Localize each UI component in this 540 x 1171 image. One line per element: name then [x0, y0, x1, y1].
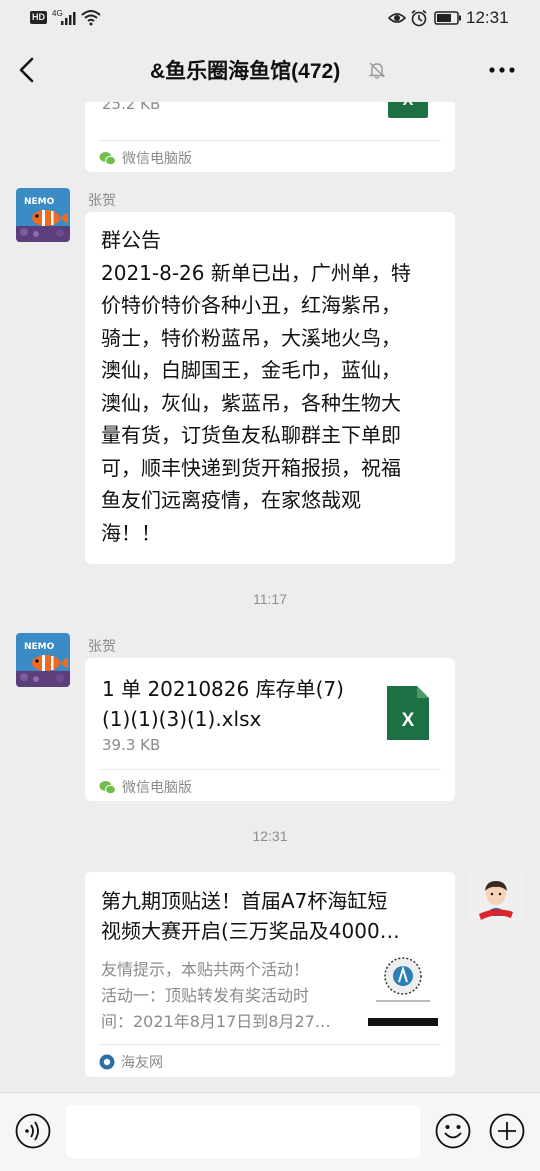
voice-input-icon[interactable]	[15, 1113, 51, 1149]
chat-title-wrap: &鱼乐圈海鱼馆(472)	[150, 55, 340, 85]
excel-letter: X	[401, 710, 415, 731]
wechat-icon	[99, 780, 116, 794]
link-desc-line: 活动一：顶贴转发有奖活动时	[101, 986, 310, 1005]
wechat-icon	[99, 151, 116, 165]
source-text: 微信电脑版	[122, 151, 192, 167]
source-text: 海友网	[121, 1055, 163, 1071]
excel-file-icon: X	[388, 102, 428, 118]
file-size: 39.3 KB	[102, 736, 161, 754]
hd-indicator: HD	[30, 11, 47, 24]
signal-icon	[61, 12, 76, 25]
sender-name: 张贺	[88, 639, 116, 655]
file-message-bubble-previous[interactable]: 25.2 KB X 微信电脑版	[85, 102, 455, 172]
timestamp: 12:31	[252, 828, 288, 844]
source-text: 微信电脑版	[122, 780, 192, 796]
link-thumbnail-image	[368, 952, 438, 1026]
notice-content: 群公告 2021-8-26 新单已出，广州单，特 价特价特价各种小丑，红海紫吊，…	[101, 224, 446, 549]
excel-letter: X	[388, 102, 428, 110]
battery-icon	[434, 11, 461, 25]
input-bar	[0, 1092, 540, 1171]
source-label: 微信电脑版	[99, 148, 192, 168]
message-list[interactable]: 25.2 KB X 微信电脑版 NEMO 张贺 群公告	[0, 102, 540, 1092]
file-name-line: 1 单 20210826 库存单(7)	[102, 677, 344, 701]
eye-comfort-icon	[388, 13, 406, 23]
sender-name: 张贺	[88, 193, 116, 209]
divider	[99, 1044, 441, 1045]
chat-title: &鱼乐圈海鱼馆(472)	[150, 60, 341, 83]
message-input[interactable]	[66, 1105, 420, 1158]
link-card-bubble[interactable]: 第九期顶贴送！首届A7杯海缸短 视频大赛开启(三万奖品及4000… 友情提示，本…	[85, 872, 455, 1077]
notice-line: 量有货，订货鱼友私聊群主下单即	[101, 423, 401, 447]
avatar-clownfish-image: NEMO	[16, 633, 70, 687]
notice-line: 鱼友们远离疫情，在家悠哉观	[101, 488, 361, 512]
my-avatar[interactable]	[469, 872, 523, 926]
more-options-icon[interactable]	[487, 58, 517, 82]
file-name-line: (1)(1)(3)(1).xlsx	[102, 707, 262, 731]
divider	[99, 769, 441, 770]
website-logo-icon	[99, 1054, 115, 1070]
notice-line: 价特价特价各种小丑，红海紫吊，	[101, 293, 401, 317]
alarm-icon	[411, 9, 427, 27]
wifi-icon	[81, 10, 101, 26]
link-title-line: 视频大赛开启(三万奖品及4000…	[101, 919, 400, 943]
notice-line: 可，顺丰快递到货开箱报损，祝福	[101, 455, 401, 480]
link-title-line: 第九期顶贴送！首届A7杯海缸短	[101, 889, 388, 913]
source-label: 海友网	[99, 1052, 163, 1072]
timestamp: 11:17	[253, 591, 287, 607]
back-arrow-icon[interactable]	[16, 56, 38, 84]
mute-bell-icon	[368, 62, 386, 79]
notice-line: 海！！	[101, 520, 161, 545]
notice-line: 澳仙，白脚国王，金毛巾，蓝仙，	[101, 358, 401, 382]
notice-line: 澳仙，灰仙，紫蓝吊，各种生物大	[101, 390, 401, 415]
avatar[interactable]: NEMO	[16, 188, 70, 242]
emoji-icon[interactable]	[435, 1113, 471, 1149]
notice-message-bubble[interactable]: 群公告 2021-8-26 新单已出，广州单，特 价特价特价各种小丑，红海紫吊，…	[85, 212, 455, 564]
chat-header: &鱼乐圈海鱼馆(472)	[0, 38, 540, 102]
link-desc-line: 友情提示，本贴共两个活动！	[101, 960, 310, 979]
link-desc-line: 间：2021年8月17日到8月27…	[101, 1012, 331, 1031]
svg-text:NEMO: NEMO	[24, 197, 55, 207]
source-label: 微信电脑版	[99, 777, 192, 797]
svg-text:NEMO: NEMO	[24, 642, 55, 652]
avatar-clownfish-image: NEMO	[16, 188, 70, 242]
file-size: 25.2 KB	[102, 102, 161, 113]
plus-icon[interactable]	[489, 1113, 525, 1149]
file-message-bubble[interactable]: 1 单 20210826 库存单(7) (1)(1)(3)(1).xlsx 39…	[85, 658, 455, 801]
divider	[99, 140, 441, 141]
clock: 12:31	[466, 8, 509, 27]
status-bar: HD 4G 12:31	[0, 0, 540, 38]
avatar-cartoon-image	[469, 872, 523, 926]
notice-line: 骑士，特价粉蓝吊，大溪地火鸟，	[101, 325, 401, 350]
avatar[interactable]: NEMO	[16, 633, 70, 687]
notice-heading: 群公告	[101, 228, 161, 252]
notice-line: 2021-8-26 新单已出，广州单，特	[101, 260, 411, 285]
